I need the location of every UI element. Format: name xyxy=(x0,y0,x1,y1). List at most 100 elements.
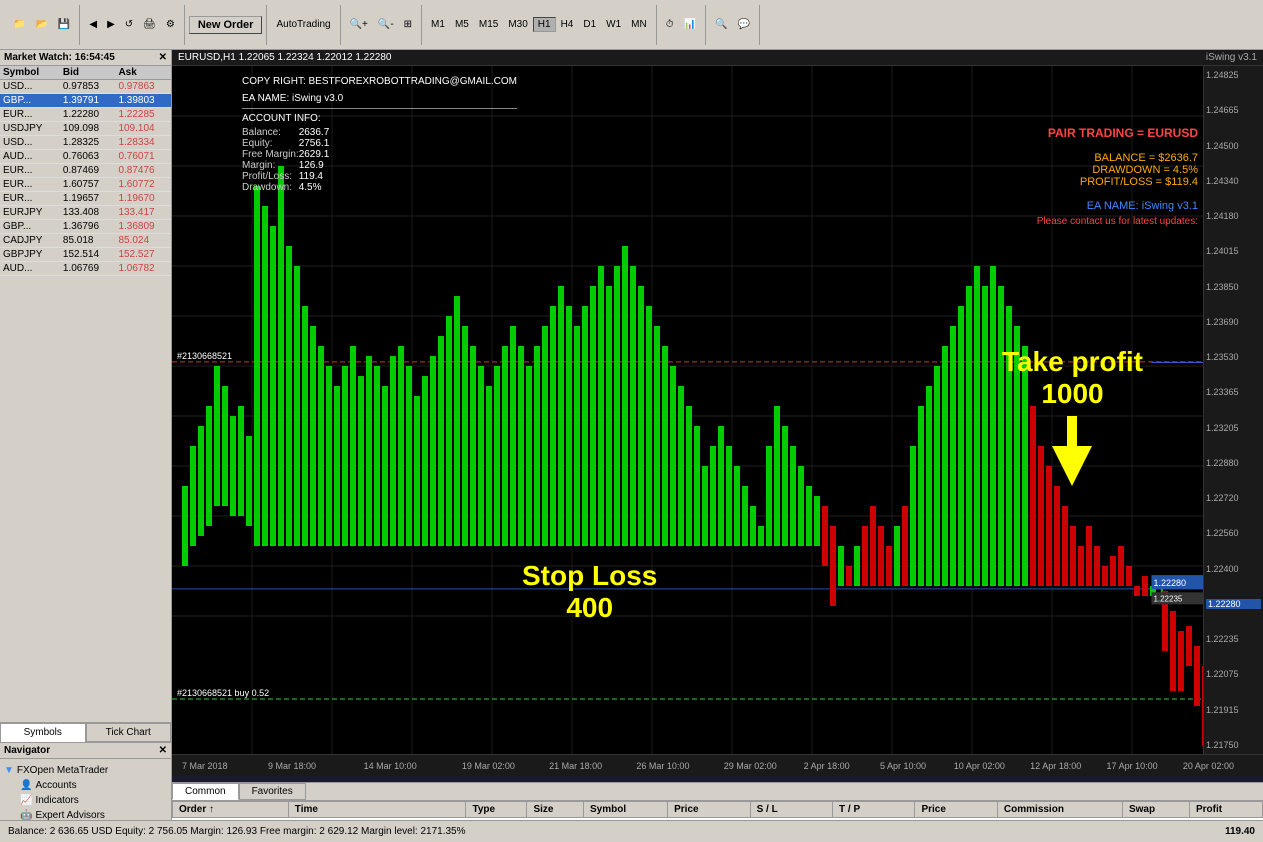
tab-tick-chart[interactable]: Tick Chart xyxy=(86,723,172,742)
margin-label: Margin: xyxy=(242,160,299,171)
toolbar-btn-autotrading[interactable]: AutoTrading xyxy=(271,16,335,33)
tab-favorites[interactable]: Favorites xyxy=(239,783,306,800)
market-watch-row[interactable]: GBP... 1.36796 1.36809 xyxy=(0,220,171,234)
market-watch-row[interactable]: USD... 1.28325 1.28334 xyxy=(0,136,171,150)
price-3: 1.24500 xyxy=(1206,141,1261,151)
account-equity-row: Equity: 2756.1 xyxy=(242,138,329,149)
right-pl: PROFIT/LOSS = $119.4 xyxy=(1037,176,1198,188)
mw-bid: 133.408 xyxy=(60,206,116,220)
market-watch-row[interactable]: AUD... 1.06769 1.06782 xyxy=(0,262,171,276)
mw-bid: 109.098 xyxy=(60,122,116,136)
period-m5[interactable]: M5 xyxy=(450,17,474,32)
price-13: 1.22720 xyxy=(1206,493,1261,503)
market-watch-row[interactable]: EUR... 1.22280 1.22285 xyxy=(0,108,171,122)
nav-root-label: FXOpen MetaTrader xyxy=(17,765,108,776)
free-margin-label: Free Margin: xyxy=(242,149,299,160)
toolbar-btn-new[interactable]: 📁 xyxy=(8,16,30,33)
toolbar-btn-print[interactable]: 🖨 xyxy=(138,16,161,33)
right-ea-name: EA NAME: iSwing v3.1 xyxy=(1037,200,1198,212)
fit-btn[interactable]: ⊞ xyxy=(399,16,417,33)
mw-bid: 152.514 xyxy=(60,248,116,262)
market-watch-row[interactable]: GBP... 1.39791 1.39803 xyxy=(0,94,171,108)
take-profit-annotation: Take profit 1000 xyxy=(1002,346,1143,486)
market-watch-row[interactable]: EUR... 1.60757 1.60772 xyxy=(0,178,171,192)
period-d1[interactable]: D1 xyxy=(578,17,601,32)
toolbar-btn-refresh[interactable]: ↺ xyxy=(120,16,138,33)
period-m1[interactable]: M1 xyxy=(426,17,450,32)
col-size: Size xyxy=(527,802,584,818)
account-free-margin-row: Free Margin: 2629.1 xyxy=(242,149,329,160)
market-watch-row[interactable]: USD... 0.97853 0.97863 xyxy=(0,80,171,94)
market-watch-row[interactable]: EURJPY 133.408 133.417 xyxy=(0,206,171,220)
market-watch-row[interactable]: GBPJPY 152.514 152.527 xyxy=(0,248,171,262)
tab-common[interactable]: Common xyxy=(172,783,239,800)
col-symbol: Symbol xyxy=(583,802,667,818)
mw-ask: 1.39803 xyxy=(115,94,171,108)
period-w1[interactable]: W1 xyxy=(601,17,626,32)
price-1: 1.24825 xyxy=(1206,70,1261,80)
period-mn[interactable]: MN xyxy=(626,17,652,32)
mw-bid: 0.87469 xyxy=(60,164,116,178)
mw-ask: 1.36809 xyxy=(115,220,171,234)
time-12: 17 Apr 10:00 xyxy=(1107,761,1158,771)
ea-name-text: EA NAME: iSwing v3.0 xyxy=(242,93,517,104)
market-watch-row[interactable]: EUR... 1.19657 1.19670 xyxy=(0,192,171,206)
toolbar-btn-settings[interactable]: ⚙ xyxy=(161,16,180,33)
mw-ask: 85.024 xyxy=(115,234,171,248)
balance-label: Balance: xyxy=(242,127,299,138)
mw-symbol: EUR... xyxy=(0,178,60,192)
period-h4[interactable]: H4 xyxy=(556,17,579,32)
chart-container[interactable]: EURUSD,H1 1.22065 1.22324 1.22012 1.2228… xyxy=(172,50,1263,782)
mw-symbol: GBPJPY xyxy=(0,248,60,262)
nav-accounts[interactable]: 👤 Accounts xyxy=(20,778,167,793)
nav-root[interactable]: ▼ FXOpen MetaTrader xyxy=(4,763,167,778)
market-watch-row[interactable]: AUD... 0.76063 0.76071 xyxy=(0,150,171,164)
price-2: 1.24665 xyxy=(1206,105,1261,115)
period-m15[interactable]: M15 xyxy=(474,17,503,32)
zoom-in-btn[interactable]: 🔍+ xyxy=(345,16,373,33)
price-17: 1.22235 xyxy=(1206,634,1261,644)
time-9: 5 Apr 10:00 xyxy=(880,761,926,771)
period-m30[interactable]: M30 xyxy=(503,17,532,32)
mw-ask: 133.417 xyxy=(115,206,171,220)
account-balance-row: Balance: 2636.7 xyxy=(242,127,329,138)
mw-symbol: EUR... xyxy=(0,192,60,206)
account-margin-row: Margin: 126.9 xyxy=(242,160,329,171)
svg-text:#2130668521 buy 0.52: #2130668521 buy 0.52 xyxy=(177,688,269,698)
market-watch-row[interactable]: CADJPY 85.018 85.024 xyxy=(0,234,171,248)
mw-ask: 1.19670 xyxy=(115,192,171,206)
svg-text:#2130668521: #2130668521 xyxy=(177,351,232,361)
toolbar-btn-save[interactable]: 💾 xyxy=(53,16,75,33)
price-4: 1.24340 xyxy=(1206,176,1261,186)
chart-header: EURUSD,H1 1.22065 1.22324 1.22012 1.2228… xyxy=(172,50,1263,66)
toolbar-btn-misc2[interactable]: 📊 xyxy=(679,16,701,33)
search-btn[interactable]: 🔍 xyxy=(710,16,732,33)
chat-btn[interactable]: 💬 xyxy=(732,16,754,33)
period-h1[interactable]: H1 xyxy=(533,17,556,32)
market-watch-row[interactable]: EUR... 0.87469 0.87476 xyxy=(0,164,171,178)
zoom-out-btn[interactable]: 🔍- xyxy=(373,16,399,33)
mw-symbol: USDJPY xyxy=(0,122,60,136)
price-5: 1.24180 xyxy=(1206,211,1261,221)
mw-bid: 1.28325 xyxy=(60,136,116,150)
col-symbol: Symbol xyxy=(0,66,60,80)
toolbar-btn-back[interactable]: ◀ xyxy=(84,16,102,33)
tab-symbols[interactable]: Symbols xyxy=(0,723,86,742)
toolbar-btn-open[interactable]: 📂 xyxy=(30,16,52,33)
time-axis: 7 Mar 2018 9 Mar 18:00 14 Mar 10:00 19 M… xyxy=(172,754,1263,776)
navigator-close[interactable]: ✕ xyxy=(159,745,167,756)
new-order-button[interactable]: New Order xyxy=(189,16,263,34)
market-watch-table-container: Symbol Bid Ask USD... 0.97853 0.97863 GB… xyxy=(0,66,171,722)
market-watch-row[interactable]: USDJPY 109.098 109.104 xyxy=(0,122,171,136)
toolbar-btn-misc1[interactable]: ⏱ xyxy=(661,16,679,33)
price-16: 1.22280 xyxy=(1206,599,1261,609)
toolbar-btn-forward[interactable]: ▶ xyxy=(102,16,120,33)
nav-indicators[interactable]: 📈 Indicators xyxy=(20,793,167,808)
time-3: 14 Mar 10:00 xyxy=(364,761,417,771)
mw-ask: 0.97863 xyxy=(115,80,171,94)
chart-info-left: COPY RIGHT: BESTFOREXROBOTTRADING@GMAIL.… xyxy=(242,76,517,193)
right-info: PAIR TRADING = EURUSD BALANCE = $2636.7 … xyxy=(1037,126,1198,227)
mw-ask: 152.527 xyxy=(115,248,171,262)
market-watch-close[interactable]: ✕ xyxy=(159,52,167,63)
time-13: 20 Apr 02:00 xyxy=(1183,761,1234,771)
